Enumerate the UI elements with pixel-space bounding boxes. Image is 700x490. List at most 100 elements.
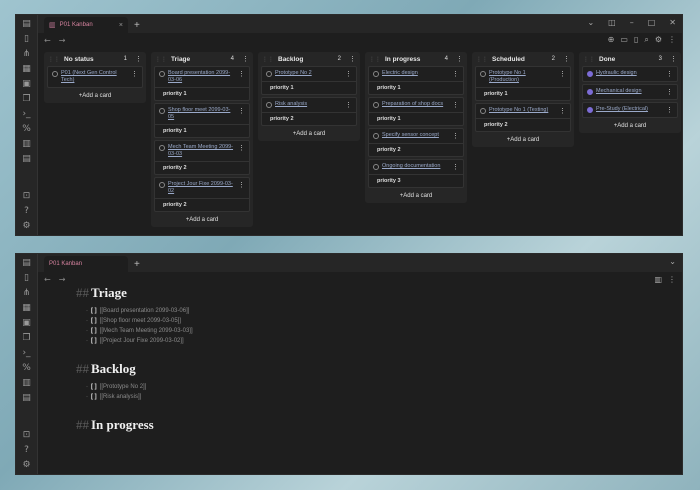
card-checkbox[interactable] [587,71,593,77]
back-button[interactable]: ← [44,36,51,45]
file-icon[interactable]: ▯ [22,273,32,283]
copy-icon[interactable]: ❐ [22,94,32,104]
lane-menu-icon[interactable]: ⋮ [670,55,677,63]
card-title[interactable]: Prototype No 1 (Production) [489,70,556,84]
card-checkbox[interactable] [480,108,486,114]
lane-header[interactable]: ⋮⋮ Done 3 ⋮ [579,52,681,66]
card-menu-icon[interactable]: ⋮ [345,70,352,78]
task-item[interactable]: -[ ] [[Shop floor meet 2099-03-05]] [86,316,672,326]
lane-header[interactable]: ⋮⋮ Backlog 2 ⋮ [258,52,360,66]
card-menu-icon[interactable]: ⋮ [559,70,566,78]
kanban-card[interactable]: Mech Team Meeting 2099-03-03 ⋮ priority 2 [154,140,250,175]
lane-header[interactable]: ⋮⋮ No status 1 ⋮ [44,52,146,66]
lane-header[interactable]: ⋮⋮ Triage 4 ⋮ [151,52,253,66]
new-tab-button[interactable]: + [134,20,140,31]
drag-handle-icon[interactable]: ⋮⋮ [48,56,60,63]
drag-handle-icon[interactable]: ⋮⋮ [369,56,381,63]
book-icon[interactable]: ▥ [22,139,32,149]
copy-icon[interactable]: ❐ [22,333,32,343]
card-title[interactable]: Ongoing documentation [382,163,449,170]
graph-icon[interactable]: ⋔ [22,49,32,59]
add-card-button[interactable]: +Add a card [365,190,467,203]
wiki-link[interactable]: [[Shop floor meet 2099-03-05]] [100,318,181,324]
kanban-card[interactable]: Risk analysis ⋮ priority 2 [261,97,357,126]
split-icon[interactable]: ◫ [608,18,616,27]
settings-icon[interactable]: ⚙ [22,221,32,231]
lane-menu-icon[interactable]: ⋮ [563,55,570,63]
close-icon[interactable]: × [119,22,123,29]
wiki-link[interactable]: [[Prototype No 2]] [100,384,147,390]
card-checkbox[interactable] [373,164,379,170]
card-title[interactable]: Prototype No 2 [275,70,342,77]
kanban-card[interactable]: Project Jour Fixe 2099-03-02 ⋮ priority 2 [154,177,250,212]
terminal-icon[interactable]: ›_ [22,109,32,119]
card-title[interactable]: Prototype No 1 (Testing) [489,107,556,114]
card-menu-icon[interactable]: ⋮ [238,107,245,115]
forward-button[interactable]: → [59,36,66,45]
task-checkbox[interactable]: [ ] [91,394,97,400]
card-checkbox[interactable] [266,71,272,77]
more-icon[interactable]: ⋮ [668,275,676,284]
wiki-link[interactable]: [[Mech Team Meeting 2099-03-03]] [100,328,193,334]
wiki-link[interactable]: [[Risk analysis]] [100,394,142,400]
percent-icon[interactable]: % [22,363,32,373]
card-title[interactable]: Pre-Study (Electrical) [596,106,663,113]
task-item[interactable]: -[ ] [[Board presentation 2099-03-06]] [86,306,672,316]
grid-icon[interactable]: ▦ [22,64,32,74]
vault-icon[interactable]: ⊡ [22,191,32,201]
forward-button[interactable]: → [59,275,66,284]
card-checkbox[interactable] [159,71,165,77]
lane-menu-icon[interactable]: ⋮ [456,55,463,63]
drag-handle-icon[interactable]: ⋮⋮ [262,56,274,63]
chevron-down-icon[interactable]: ⌄ [669,257,676,266]
gear-icon[interactable]: ⚙ [655,35,662,45]
card-checkbox[interactable] [159,182,165,188]
card-title[interactable]: Mechanical design [596,88,663,95]
graph-icon[interactable]: ⋔ [22,288,32,298]
lane-header[interactable]: ⋮⋮ In progress 4 ⋮ [365,52,467,66]
card-menu-icon[interactable]: ⋮ [238,181,245,189]
task-checkbox[interactable]: [ ] [91,318,97,324]
kanban-card[interactable]: Specify sensor concept ⋮ priority 2 [368,128,464,157]
tab-kanban[interactable]: P01 Kanban [44,256,128,272]
card-checkbox[interactable] [159,145,165,151]
new-tab-button[interactable]: + [134,259,140,270]
card-checkbox[interactable] [373,102,379,108]
calendar-icon[interactable]: ▣ [22,318,32,328]
reading-view-icon[interactable]: ▥ [654,275,662,284]
card-checkbox[interactable] [587,107,593,113]
card-menu-icon[interactable]: ⋮ [452,163,459,171]
search-icon[interactable]: ⌕ [644,35,648,45]
card-title[interactable]: Project Jour Fixe 2099-03-02 [168,181,235,195]
card-menu-icon[interactable]: ⋮ [666,106,673,114]
card-menu-icon[interactable]: ⋮ [666,88,673,96]
task-item[interactable]: -[ ] [[Mech Team Meeting 2099-03-03]] [86,326,672,336]
task-checkbox[interactable]: [ ] [91,308,97,314]
table-icon[interactable]: ▤ [22,393,32,403]
terminal-icon[interactable]: ›_ [22,348,32,358]
help-icon[interactable]: ? [22,206,32,216]
card-menu-icon[interactable]: ⋮ [131,70,138,78]
task-checkbox[interactable]: [ ] [91,338,97,344]
lane-menu-icon[interactable]: ⋮ [135,55,142,63]
tab-kanban[interactable]: ▥ P01 Kanban × [44,17,128,33]
card-menu-icon[interactable]: ⋮ [238,70,245,78]
add-card-button[interactable]: +Add a card [151,214,253,227]
wiki-link[interactable]: [[Board presentation 2099-03-06]] [100,308,190,314]
kanban-card[interactable]: Electric design ⋮ priority 1 [368,66,464,95]
card-checkbox[interactable] [373,133,379,139]
card-title[interactable]: Preparation of shop docs [382,101,449,108]
lane-menu-icon[interactable]: ⋮ [242,55,249,63]
kanban-card[interactable]: Hydraulic design ⋮ [582,66,678,82]
lane-header[interactable]: ⋮⋮ Scheduled 2 ⋮ [472,52,574,66]
card-title[interactable]: Electric design [382,70,449,77]
add-card-button[interactable]: +Add a card [258,128,360,141]
kanban-card[interactable]: Shop floor meet 2099-03-05 ⋮ priority 1 [154,103,250,138]
settings-icon[interactable]: ⚙ [22,460,32,470]
card-menu-icon[interactable]: ⋮ [452,132,459,140]
card-title[interactable]: Risk analysis [275,101,342,108]
task-checkbox[interactable]: [ ] [91,384,97,390]
task-item[interactable]: -[ ] [[Prototype No 2]] [86,382,672,392]
card-title[interactable]: Board presentation 2099-03-06 [168,70,235,84]
card-title[interactable]: Mech Team Meeting 2099-03-03 [168,144,235,158]
